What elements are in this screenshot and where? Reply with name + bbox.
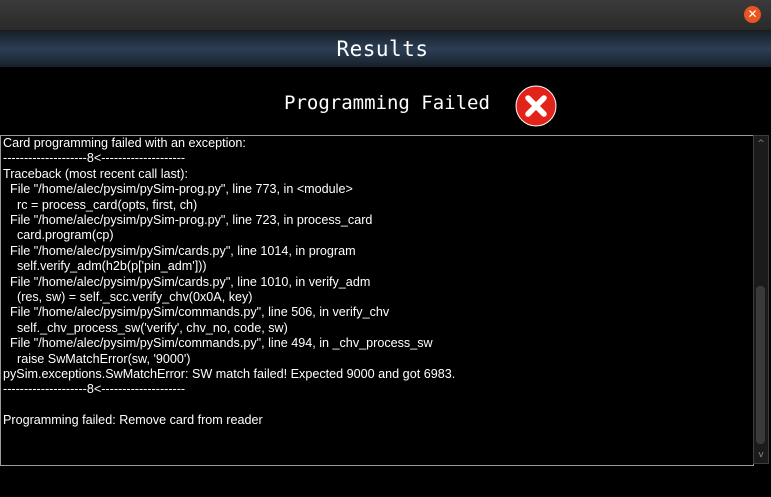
title-bar[interactable]: ✕ xyxy=(0,0,771,31)
log-line: File "/home/alec/pysim/pySim-prog.py", l… xyxy=(3,182,353,197)
log-line: Programming failed: Remove card from rea… xyxy=(3,413,263,428)
log-line: self.verify_adm(h2b(p['pin_adm'])) xyxy=(3,259,207,274)
log-line: File "/home/alec/pysim/pySim/cards.py", … xyxy=(3,274,371,289)
log-line: self._chv_process_sw('verify', chv_no, c… xyxy=(3,320,288,335)
log-line: File "/home/alec/pysim/pySim/commands.py… xyxy=(3,336,433,351)
log-line: File "/home/alec/pysim/pySim/commands.py… xyxy=(3,305,390,320)
log-line: File "/home/alec/pysim/pySim/cards.py", … xyxy=(3,243,356,258)
error-x-icon xyxy=(515,85,557,127)
log-scrollbar[interactable]: ^ v xyxy=(753,135,769,464)
log-line: rc = process_card(opts, first, ch) xyxy=(3,197,198,212)
log-line: File "/home/alec/pysim/pySim-prog.py", l… xyxy=(3,213,373,227)
log-line: Traceback (most recent call last): xyxy=(3,166,188,181)
log-line: (res, sw) = self._scc.verify_chv(0x0A, k… xyxy=(3,290,253,304)
status-row: Programming Failed xyxy=(0,84,771,127)
results-window: ✕ Results Programming Failed Card progra… xyxy=(0,0,771,497)
scroll-up-arrow[interactable]: ^ xyxy=(754,137,768,151)
log-output[interactable]: Card programming failed with an exceptio… xyxy=(0,135,754,466)
log-line: --------------------8<------------------… xyxy=(3,382,186,397)
log-line: card.program(cp) xyxy=(3,228,114,243)
log-line: pySim.exceptions.SwMatchError: SW match … xyxy=(3,367,456,381)
page-title: Results xyxy=(336,37,429,61)
log-line: Card programming failed with an exceptio… xyxy=(3,136,246,150)
scroll-down-arrow[interactable]: v xyxy=(754,448,768,462)
scroll-thumb[interactable] xyxy=(756,286,765,444)
log-line: --------------------8<------------------… xyxy=(3,151,186,166)
status-text: Programming Failed xyxy=(284,92,490,114)
close-icon: ✕ xyxy=(747,7,758,21)
log-line: raise SwMatchError(sw, '9000') xyxy=(3,351,191,366)
close-button[interactable]: ✕ xyxy=(744,6,761,23)
